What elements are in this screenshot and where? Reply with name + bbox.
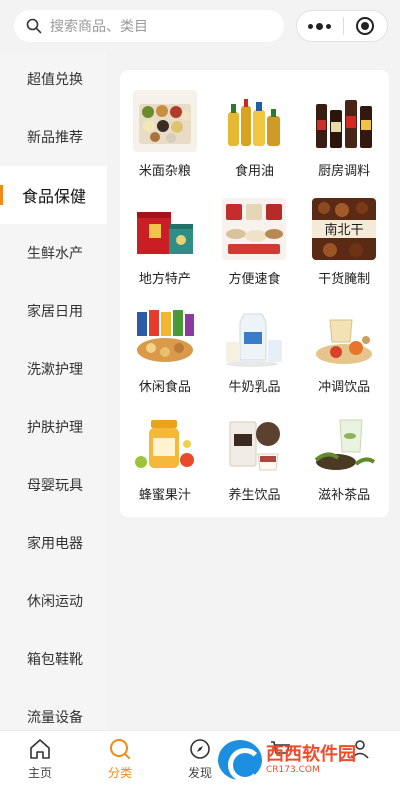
sidebar-item-wash[interactable]: 洗漱护理 [0,340,107,398]
category-icon [110,739,130,759]
category-health[interactable]: 养生饮品 [210,414,300,522]
instant-food-image [222,198,287,260]
category-drink[interactable]: 冲调饮品 [299,306,389,414]
drink-image [312,306,377,368]
sidebar-item-baby[interactable]: 母婴玩具 [0,456,107,514]
more-dots-icon[interactable] [297,11,343,41]
snacks-image [132,306,197,368]
honey-image [132,414,197,476]
sidebar-item-sports[interactable]: 休闲运动 [0,572,107,630]
sidebar-item-fresh[interactable]: 生鲜水产 [0,224,107,282]
tea-image [312,414,377,476]
category-oil[interactable]: 食用油 [210,90,300,198]
watermark-url: CR173.COM [266,765,320,775]
sidebar-item-data[interactable]: 流量设备 [0,688,107,730]
top-bar: 搜索商品、类目 [0,0,400,50]
category-label: 食用油 [234,164,274,179]
sidebar-item-label: 家用电器 [27,536,83,552]
sidebar-item-label: 母婴玩具 [27,478,83,494]
svg-text:南北干: 南北干 [325,222,364,238]
sidebar-item-new[interactable]: 新品推荐 [0,108,107,166]
mini-program-capsule [296,10,388,42]
discover-icon [190,739,210,759]
category-label: 米面杂粮 [138,164,191,179]
sidebar-item-food[interactable]: 食品保健 [0,166,107,224]
sidebar-item-label: 护肤护理 [27,420,83,436]
category-snacks[interactable]: 休闲食品 [120,306,210,414]
sidebar-item-home[interactable]: 家居日用 [0,282,107,340]
category-label: 厨房调料 [318,164,371,179]
grains-image [132,90,197,152]
category-seasoning[interactable]: 厨房调料 [299,90,389,198]
sidebar-item-label: 家居日用 [27,304,83,320]
category-honey[interactable]: 蜂蜜果汁 [120,414,210,522]
sidebar-item-label: 洗漱护理 [27,362,83,378]
category-dried[interactable]: 南北干 干货腌制 [299,198,389,306]
search-icon [26,18,42,34]
sidebar-item-bags[interactable]: 箱包鞋靴 [0,630,107,688]
home-icon [30,739,50,759]
tab-home[interactable]: 主页 [0,731,80,790]
sidebar-item-label: 流量设备 [27,710,83,726]
milk-image [222,306,287,368]
target-circle-icon[interactable] [343,11,387,41]
tab-label: 主页 [27,766,52,780]
sidebar-item-label: 生鲜水产 [27,246,83,262]
category-label: 干货腌制 [318,272,371,287]
category-label: 养生饮品 [228,488,281,503]
tab-category[interactable]: 分类 [80,731,160,790]
sidebar-item-label: 超值兑换 [27,72,83,88]
category-sidebar: 超值兑换 新品推荐 食品保健 生鲜水产 家居日用 洗漱护理 护肤护理 母婴玩具 … [0,50,107,730]
category-local[interactable]: 地方特产 [120,198,210,306]
sidebar-item-skincare[interactable]: 护肤护理 [0,398,107,456]
category-grains[interactable]: 米面杂粮 [120,90,210,198]
category-label: 休闲食品 [138,380,191,395]
category-milk[interactable]: 牛奶乳品 [210,306,300,414]
sidebar-item-label: 食品保健 [22,187,87,206]
category-label: 方便速食 [228,272,281,287]
sidebar-item-label: 休闲运动 [27,594,83,610]
tab-label: 分类 [107,766,132,780]
watermark-brand: 西西软件园 [266,744,356,765]
category-label: 冲调饮品 [318,380,371,395]
sidebar-item-exchange[interactable]: 超值兑换 [0,50,107,108]
cooking-oil-image [222,90,287,152]
search-placeholder: 搜索商品、类目 [50,19,148,35]
category-tea[interactable]: 滋补茶品 [299,414,389,522]
category-label: 地方特产 [138,272,191,287]
health-drink-image [222,414,287,476]
category-label: 滋补茶品 [318,488,371,503]
category-instant[interactable]: 方便速食 [210,198,300,306]
category-label: 蜂蜜果汁 [138,488,191,503]
category-grid: 米面杂粮 食用油 厨房调料 地方特产 方便速食 南北干 干货腌制 休闲食品 牛奶… [120,70,389,517]
watermark: 西西软件园 CR173.COM [218,738,378,782]
category-label: 牛奶乳品 [228,380,281,395]
dried-goods-image: 南北干 [312,198,377,260]
sidebar-item-appliance[interactable]: 家用电器 [0,514,107,572]
gift-box-image [132,198,197,260]
seasoning-bottles-image [312,90,377,152]
watermark-logo-icon [218,740,262,782]
search-input[interactable]: 搜索商品、类目 [14,10,284,42]
sidebar-item-label: 新品推荐 [27,130,83,146]
sidebar-item-label: 箱包鞋靴 [27,652,83,668]
tab-label: 发现 [187,766,212,780]
